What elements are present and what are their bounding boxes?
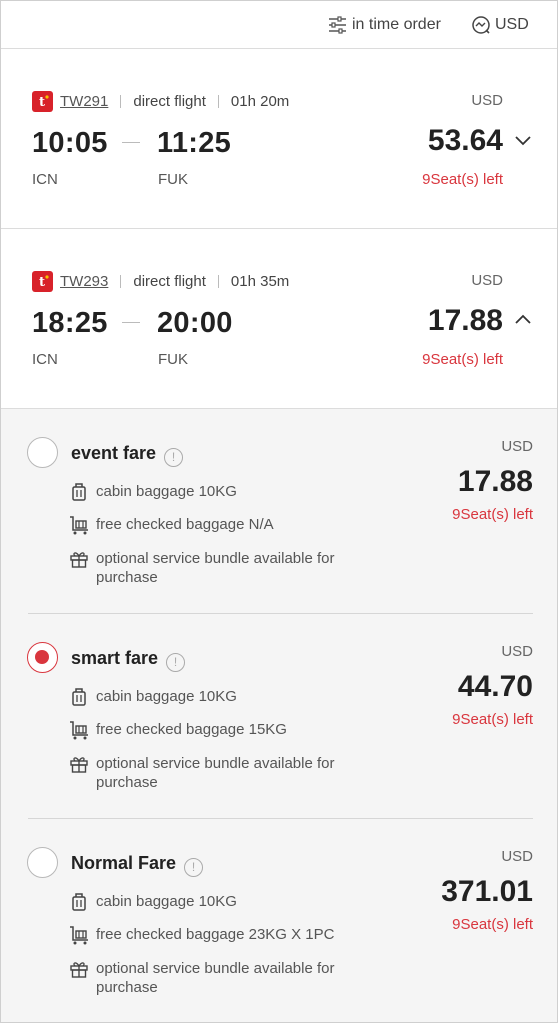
chevron-up-icon[interactable] xyxy=(512,309,534,331)
currency-button[interactable]: USD xyxy=(471,13,529,37)
fare-options: event fare! cabin baggage 10KG free chec… xyxy=(1,409,557,1022)
results-toolbar: in time order USD xyxy=(1,1,557,49)
suitcase-icon xyxy=(72,688,86,706)
sort-button[interactable]: in time order xyxy=(328,13,441,37)
fare-option-event[interactable]: event fare! cabin baggage 10KG free chec… xyxy=(1,409,557,614)
fare-price: 371.01 xyxy=(441,875,533,908)
fare-feature-checked: free checked baggage 15KG xyxy=(69,720,386,740)
fare-option-normal[interactable]: Normal Fare! cabin baggage 10KG free che… xyxy=(1,819,557,1022)
suitcase-icon xyxy=(72,893,86,911)
fare-feature-checked: free checked baggage 23KG X 1PC xyxy=(69,925,386,945)
fare-radio[interactable] xyxy=(27,847,58,878)
tway-logo-icon: t xyxy=(32,90,53,112)
departure-time: 10:05 xyxy=(32,127,108,159)
info-icon[interactable]: ! xyxy=(184,858,204,877)
fare-feature-text: optional service bundle available for pu… xyxy=(96,755,335,791)
suitcase-icon xyxy=(72,483,86,501)
sliders-icon xyxy=(329,16,346,34)
flight-meta: t TW291 direct flight 01h 20m xyxy=(32,90,290,112)
fare-feature-text: free checked baggage N/A xyxy=(96,516,274,533)
route-dash xyxy=(122,322,140,323)
fare-feature-bundle: optional service bundle available for pu… xyxy=(69,754,386,792)
departure-airport: ICN xyxy=(32,351,58,368)
divider xyxy=(120,94,122,108)
flight-price: 53.64 xyxy=(427,124,503,157)
fare-price: 17.88 xyxy=(457,465,533,498)
sort-label: in time order xyxy=(352,16,441,33)
fare-name: event fare! xyxy=(71,443,184,467)
fare-name-label: event fare xyxy=(71,443,157,463)
flight-type: direct flight xyxy=(133,92,206,110)
fare-feature-cabin: cabin baggage 10KG xyxy=(69,482,386,502)
fare-feature-cabin: cabin baggage 10KG xyxy=(69,892,386,912)
fare-price: 44.70 xyxy=(457,670,533,703)
flight-price: 17.88 xyxy=(427,304,503,337)
seats-left: 9Seat(s) left xyxy=(422,351,503,368)
fare-feature-text: optional service bundle available for pu… xyxy=(96,550,335,586)
fare-seats-left: 9Seat(s) left xyxy=(452,916,533,933)
fare-feature-cabin: cabin baggage 10KG xyxy=(69,687,386,707)
fare-currency: USD xyxy=(501,643,533,660)
luggage-cart-icon xyxy=(70,516,88,535)
arrival-airport: FUK xyxy=(158,351,188,368)
currency-exchange-icon xyxy=(472,16,490,34)
fare-currency: USD xyxy=(501,848,533,865)
fare-feature-text: cabin baggage 10KG xyxy=(96,688,237,705)
flight-card[interactable]: t TW291 direct flight 01h 20m 10:05 11:2… xyxy=(1,49,557,229)
fare-option-smart[interactable]: smart fare! cabin baggage 10KG free chec… xyxy=(1,614,557,819)
fare-name-label: Normal Fare xyxy=(71,853,177,873)
fare-name-label: smart fare xyxy=(71,648,159,668)
fare-seats-left: 9Seat(s) left xyxy=(452,711,533,728)
flight-duration: 01h 35m xyxy=(230,272,290,290)
seats-left: 9Seat(s) left xyxy=(422,171,503,188)
currency-label: USD xyxy=(495,16,529,33)
fare-radio[interactable] xyxy=(27,437,58,468)
price-currency: USD xyxy=(471,272,503,289)
fare-name: Normal Fare! xyxy=(71,853,204,877)
flight-meta: t TW293 direct flight 01h 35m xyxy=(32,270,290,292)
fare-radio-selected[interactable] xyxy=(27,642,58,673)
fare-name: smart fare! xyxy=(71,648,186,672)
arrival-time: 20:00 xyxy=(157,307,233,339)
flight-number-link[interactable]: TW291 xyxy=(60,93,108,110)
fare-feature-text: free checked baggage 15KG xyxy=(96,721,287,738)
price-currency: USD xyxy=(471,92,503,109)
route-dash xyxy=(122,142,140,143)
fare-feature-bundle: optional service bundle available for pu… xyxy=(69,549,386,587)
arrival-airport: FUK xyxy=(158,171,188,188)
fare-currency: USD xyxy=(501,438,533,455)
flight-card[interactable]: t TW293 direct flight 01h 35m 18:25 20:0… xyxy=(1,229,557,409)
tway-logo-icon: t xyxy=(32,270,53,292)
fare-feature-checked: free checked baggage N/A xyxy=(69,515,386,535)
flight-results-panel: in time order USD t TW291 direct flight … xyxy=(0,0,558,1023)
departure-airport: ICN xyxy=(32,171,58,188)
departure-time: 18:25 xyxy=(32,307,108,339)
flight-number-link[interactable]: TW293 xyxy=(60,273,108,290)
luggage-cart-icon xyxy=(70,721,88,740)
svg-text:t: t xyxy=(39,95,45,108)
flight-duration: 01h 20m xyxy=(230,92,290,110)
fare-feature-text: optional service bundle available for pu… xyxy=(96,960,335,996)
divider xyxy=(120,274,122,288)
divider xyxy=(217,274,219,288)
gift-icon xyxy=(70,962,88,978)
arrival-time: 11:25 xyxy=(157,127,232,159)
luggage-cart-icon xyxy=(70,926,88,945)
divider xyxy=(217,94,219,108)
gift-icon xyxy=(70,552,88,568)
info-icon[interactable]: ! xyxy=(166,653,186,672)
fare-feature-text: cabin baggage 10KG xyxy=(96,893,237,910)
fare-feature-text: cabin baggage 10KG xyxy=(96,483,237,500)
flight-type: direct flight xyxy=(133,272,206,290)
fare-feature-text: free checked baggage 23KG X 1PC xyxy=(96,926,335,943)
info-icon[interactable]: ! xyxy=(164,448,184,467)
fare-feature-bundle: optional service bundle available for pu… xyxy=(69,959,386,997)
svg-text:t: t xyxy=(39,275,45,288)
gift-icon xyxy=(70,757,88,773)
fare-seats-left: 9Seat(s) left xyxy=(452,506,533,523)
chevron-down-icon[interactable] xyxy=(512,129,534,151)
